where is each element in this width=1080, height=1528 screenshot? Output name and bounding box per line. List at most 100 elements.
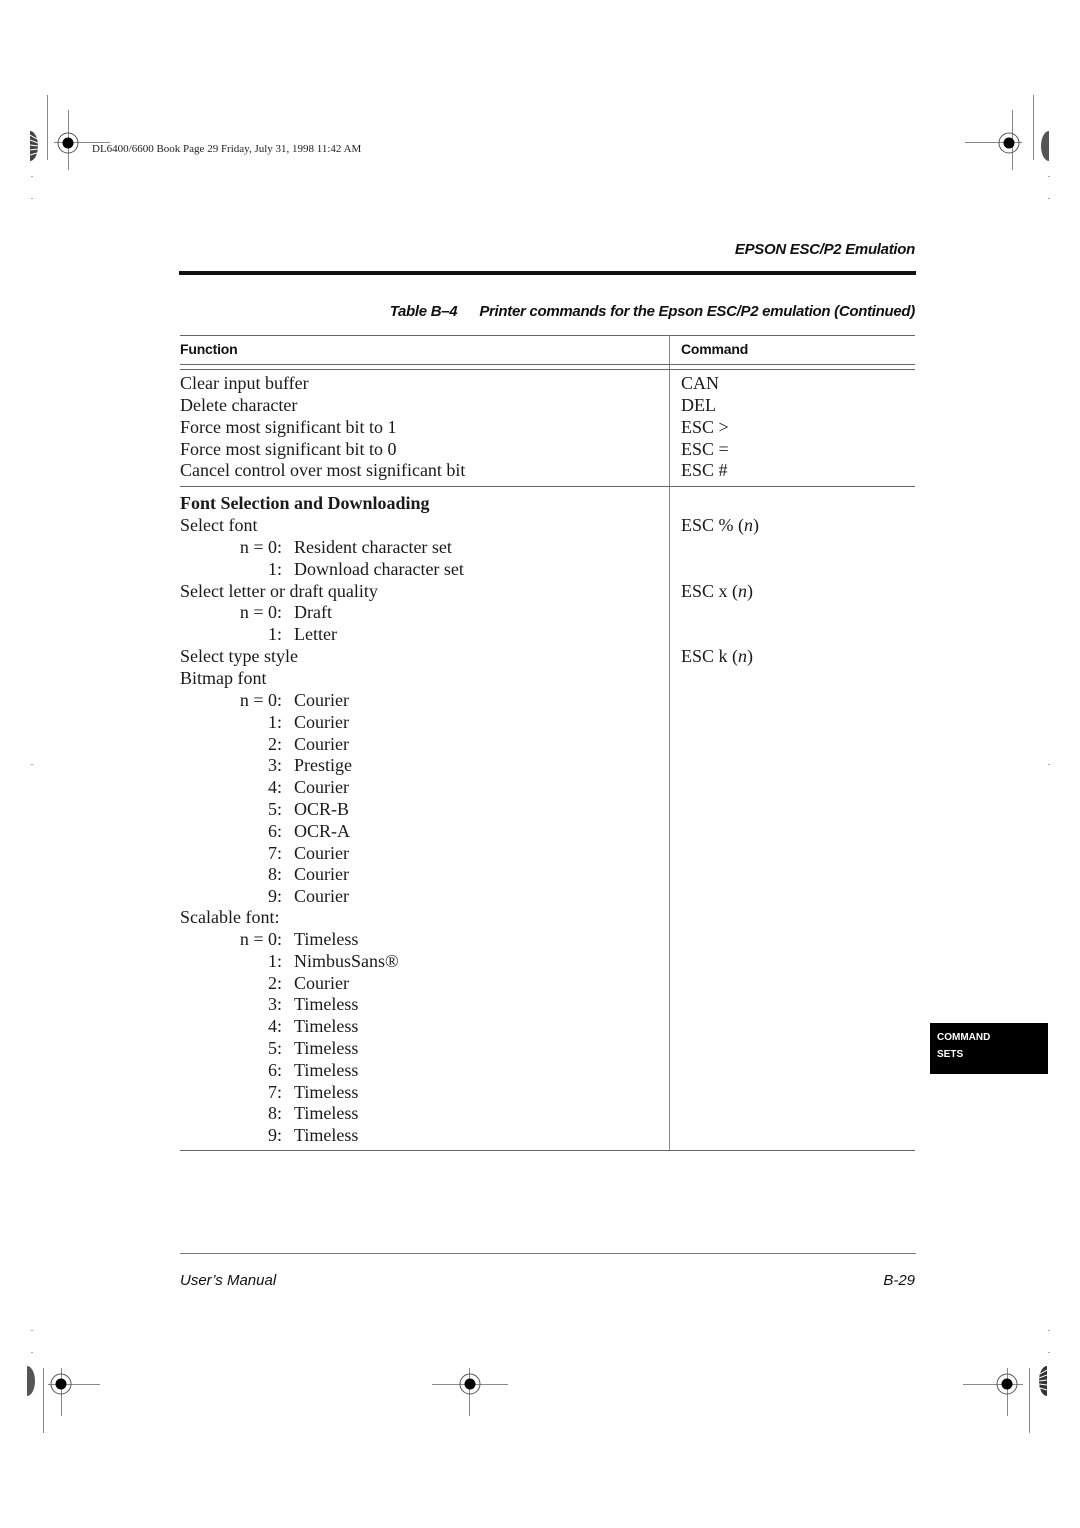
option-number: 2:	[267, 733, 282, 754]
table-row-command: ESC x (n)	[681, 580, 753, 602]
option-text: Prestige	[294, 755, 352, 776]
option-row: 4: Courier	[180, 776, 349, 798]
table-row-function: Force most significant bit to 0	[180, 439, 397, 459]
column-header-command: Command	[681, 341, 749, 357]
option-row: 6: Timeless	[180, 1059, 358, 1081]
option-number: 5:	[267, 1038, 282, 1058]
option-row: 6: OCR-A	[180, 820, 350, 842]
table-row-function: Select type style	[180, 646, 298, 666]
table-row-function: Select letter or draft quality	[180, 581, 378, 601]
option-number: 4:	[267, 1016, 282, 1037]
option-text: Draft	[294, 602, 332, 622]
option-text: Courier	[294, 842, 349, 863]
option-text: Letter	[294, 624, 337, 644]
option-number: n = 0:	[239, 537, 282, 557]
column-divider	[669, 335, 670, 1150]
option-number: 2:	[267, 972, 282, 993]
crop-line	[1033, 95, 1034, 160]
option-row: 2: Courier	[180, 733, 349, 755]
command-param: n	[744, 515, 753, 535]
option-number: 6:	[267, 1059, 282, 1080]
print-slug: DL6400/6600 Book Page 29 Friday, July 31…	[92, 143, 362, 155]
option-number: 1:	[267, 559, 282, 579]
option-number: 4:	[267, 777, 282, 798]
crop-dot	[31, 1330, 33, 1331]
option-row: 7: Courier	[180, 842, 349, 864]
option-row: 2: Courier	[180, 972, 349, 994]
subheading-bitmap-font: Bitmap font	[180, 668, 267, 688]
section-title: Font Selection and Downloading	[180, 493, 430, 513]
option-number: 8:	[267, 1103, 282, 1124]
option-number: n = 0:	[239, 929, 282, 949]
option-text: Timeless	[294, 1016, 359, 1037]
option-row: 5: Timeless	[180, 1037, 358, 1059]
header-rule-1	[180, 364, 915, 365]
registration-mark-icon	[998, 132, 1020, 154]
option-text: OCR-B	[294, 799, 350, 819]
option-row: 8: Timeless	[180, 1102, 358, 1124]
registration-half-disc-icon	[1039, 1366, 1047, 1396]
option-text: Download character set	[294, 559, 464, 579]
registration-half-disc-icon	[30, 131, 38, 161]
crop-line	[1029, 1368, 1030, 1433]
table-row-command: ESC % (n)	[681, 514, 759, 536]
command-param: n	[738, 581, 748, 601]
option-number: 3:	[267, 755, 282, 776]
option-text: Courier	[294, 777, 349, 798]
registration-mark-icon	[57, 132, 79, 154]
option-row: 1: NimbusSans®	[180, 950, 399, 972]
option-text: NimbusSans®	[294, 950, 399, 971]
option-row: 4: Timeless	[180, 1015, 358, 1037]
registration-half-disc-icon	[1041, 131, 1049, 161]
command-text: )	[747, 646, 754, 666]
option-number: 6:	[267, 820, 282, 841]
option-row: 1: Download character set	[180, 558, 464, 580]
option-text: Timeless	[294, 994, 359, 1015]
thumb-tab-line1: COMMAND	[937, 1032, 991, 1043]
option-row: 9: Timeless	[180, 1124, 358, 1146]
table-row-function: Cancel control over most significant bit	[180, 460, 466, 480]
table-caption-number: Table B–4	[389, 303, 458, 320]
option-number: 7:	[267, 1081, 282, 1102]
crop-dot	[1048, 764, 1050, 765]
option-number: 1:	[267, 624, 282, 644]
command-text: ESC x (	[681, 581, 739, 601]
crop-dot	[31, 198, 33, 199]
option-text: Timeless	[294, 1081, 359, 1102]
option-row: 5: OCR-B	[180, 798, 349, 820]
crop-dot	[1048, 176, 1050, 177]
column-header-function: Function	[180, 341, 238, 357]
option-text: Timeless	[294, 1103, 359, 1124]
option-row: 1: Courier	[180, 711, 349, 733]
registration-mark-icon	[996, 1373, 1018, 1395]
crop-line	[43, 1368, 44, 1433]
header-rule-2	[180, 369, 915, 370]
registration-mark-icon	[459, 1373, 481, 1395]
crop-dot	[1048, 1330, 1050, 1331]
option-number: 3:	[267, 994, 282, 1015]
option-number: 1:	[267, 711, 282, 732]
header-rule	[179, 271, 916, 275]
crop-line	[47, 95, 48, 160]
footer-manual-title: User’s Manual	[180, 1272, 277, 1289]
crop-dot	[31, 176, 33, 177]
table-row-function: Force most significant bit to 1	[180, 417, 397, 437]
thumb-tab-line2: SETS	[937, 1049, 964, 1060]
option-text: Courier	[294, 864, 349, 885]
option-text: Resident character set	[294, 537, 452, 557]
table-row-command: ESC k (n)	[681, 645, 753, 667]
table-caption-title: Printer commands for the Epson ESC/P2 em…	[479, 303, 915, 320]
option-text: Courier	[294, 972, 349, 993]
option-number: 8:	[267, 864, 282, 885]
option-text: Courier	[294, 733, 349, 754]
option-row: n = 0: Courier	[180, 689, 349, 711]
table-row-command: DEL	[681, 395, 716, 415]
option-text: Timeless	[294, 1125, 359, 1146]
option-row: n = 0: Resident character set	[180, 536, 452, 558]
crop-dot	[31, 1352, 33, 1353]
option-text: Courier	[294, 886, 349, 907]
footer-page-number: B-29	[883, 1272, 915, 1289]
option-number: n = 0:	[239, 602, 282, 622]
registration-half-disc-icon	[27, 1366, 35, 1396]
table-caption: Table B–4 Printer commands for the Epson …	[389, 303, 916, 320]
